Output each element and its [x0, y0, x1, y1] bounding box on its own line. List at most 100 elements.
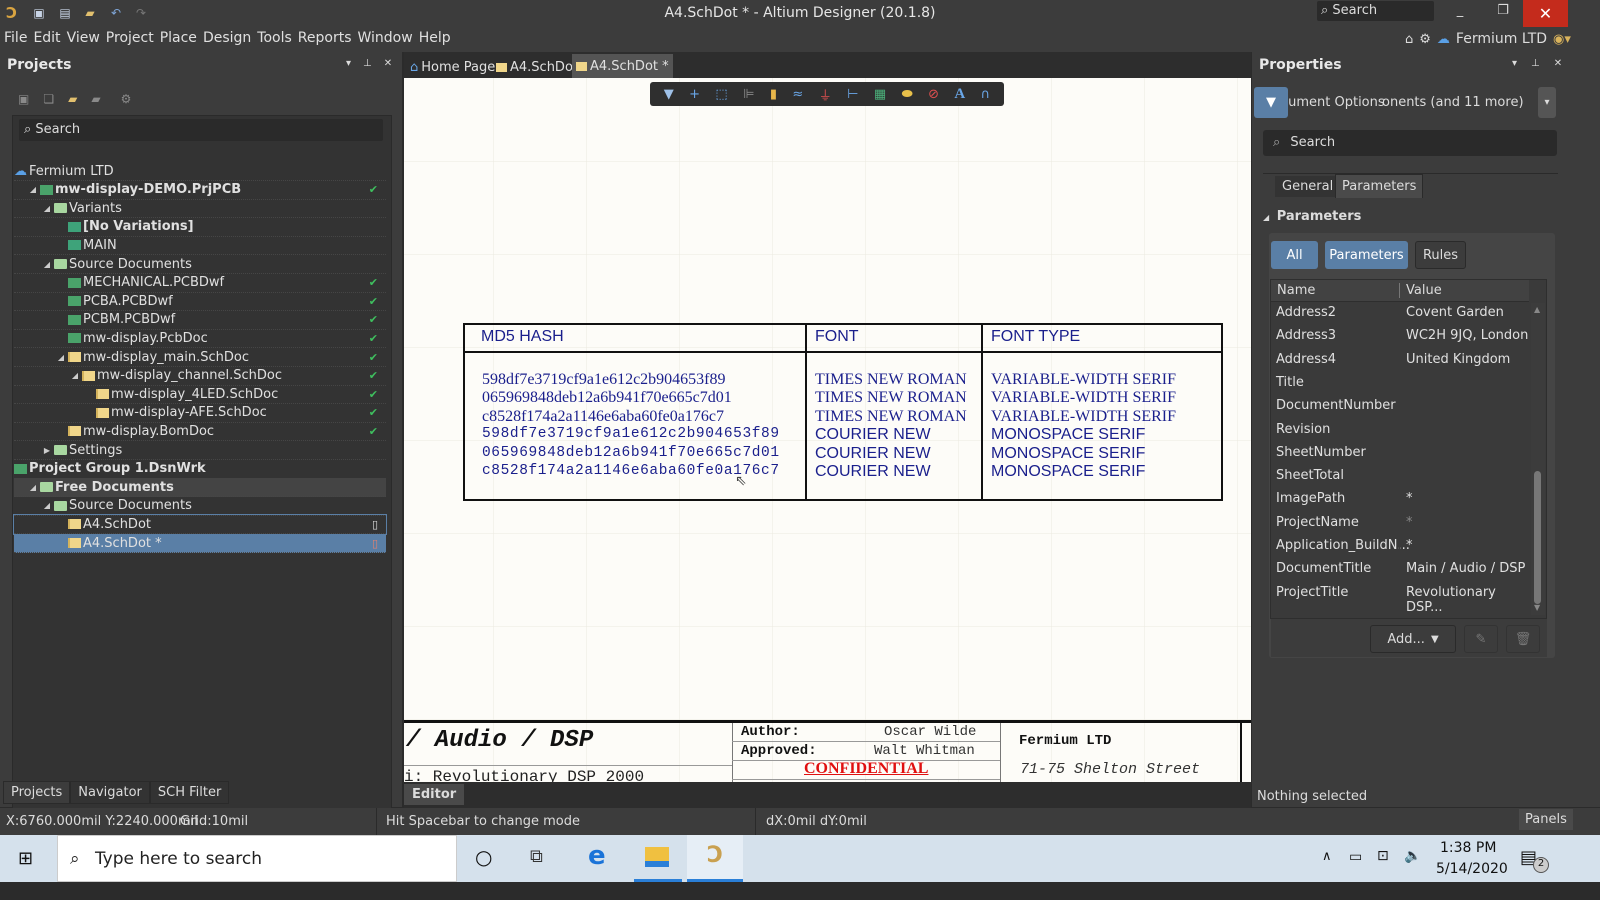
parameter-row[interactable]: Address4 United Kingdom	[1271, 348, 1529, 372]
altium-taskbar-icon[interactable]: Ↄ	[687, 835, 743, 882]
tab-a4-schdot[interactable]: A4.SchDot	[492, 56, 582, 78]
tab-sch-filter[interactable]: SCH Filter	[149, 781, 230, 804]
parameters-section-header[interactable]: ◢ Parameters	[1263, 209, 1361, 224]
menu-view[interactable]: View	[67, 30, 100, 46]
pin-icon[interactable]: ⊥	[1531, 58, 1540, 69]
parameter-row[interactable]: Application_BuildN... *	[1271, 535, 1529, 558]
menu-file[interactable]: File	[4, 30, 27, 46]
harness-icon[interactable]: ⊢	[847, 87, 858, 102]
column-value[interactable]: Value	[1406, 283, 1442, 298]
user-avatar-icon[interactable]: ◉▾	[1553, 32, 1571, 47]
panels-button[interactable]: Panels	[1519, 809, 1573, 830]
expanded-icon[interactable]: ◢	[70, 371, 80, 380]
tree-item[interactable]: ◢ mw-display_channel.SchDoc ✔	[14, 367, 386, 386]
sheet-symbol-icon[interactable]: ▦	[874, 87, 886, 102]
tree-item[interactable]: ◢ Source Documents	[14, 255, 386, 274]
account-name[interactable]: Fermium LTD	[1456, 31, 1547, 47]
tree-item[interactable]: [No Variations]	[14, 218, 386, 237]
menu-edit[interactable]: Edit	[33, 30, 60, 46]
tree-item[interactable]: ▶ Settings	[14, 441, 386, 460]
tab-editor[interactable]: Editor	[404, 784, 465, 805]
windows-start-icon[interactable]: ⊞	[18, 848, 33, 869]
close-button[interactable]: ✕	[1523, 0, 1568, 27]
tab-a4-schdot-modified[interactable]: A4.SchDot *	[572, 54, 673, 78]
collapsed-icon[interactable]: ▶	[42, 446, 52, 455]
filter-all-button[interactable]: All	[1271, 241, 1318, 269]
close-panel-icon[interactable]: ✕	[384, 58, 392, 69]
copy-icon[interactable]: ❏	[43, 92, 54, 106]
wire-icon[interactable]: ≈	[792, 87, 803, 102]
filter-icon[interactable]: ▼	[664, 87, 674, 102]
parameter-row[interactable]: ProjectTitle Revolutionary DSP...	[1271, 581, 1529, 615]
save-icon[interactable]: ▣	[18, 92, 29, 106]
expanded-icon[interactable]: ◢	[28, 483, 38, 492]
add-parameter-button[interactable]: Add... ▼	[1370, 625, 1456, 653]
schematic-canvas[interactable]: MD5 HASH FONT FONT TYPE 598df7e3719cf9a1…	[404, 78, 1251, 782]
folder-settings-icon[interactable]: ▰	[91, 92, 100, 106]
power-port-icon[interactable]: ⏚	[819, 85, 832, 104]
tab-navigator[interactable]: Navigator	[70, 781, 150, 804]
selection-filter-text[interactable]: onents (and 11 more)	[1382, 95, 1524, 110]
tree-item[interactable]: mw-display.PcbDoc ✔	[14, 329, 386, 349]
tab-home-page[interactable]: ⌂ Home Page	[406, 56, 499, 78]
gear-icon[interactable]: ⚙	[1419, 32, 1431, 47]
tree-item[interactable]: MECHANICAL.PCBDwf ✔	[14, 274, 386, 293]
open-folder-icon[interactable]: ▰	[68, 92, 77, 106]
parameter-value[interactable]: *	[1406, 515, 1413, 530]
menu-place[interactable]: Place	[160, 30, 197, 46]
expanded-icon[interactable]: ◢	[42, 204, 52, 213]
tree-item[interactable]: ◢ Free Documents	[14, 478, 386, 498]
tab-parameters[interactable]: Parameters	[1335, 174, 1424, 198]
tree-item[interactable]: Project Group 1.DsnWrk	[14, 460, 386, 479]
menu-window[interactable]: Window	[357, 30, 412, 46]
selection-filter-button[interactable]: ▼	[1254, 87, 1288, 118]
clock-date[interactable]: 5/14/2020	[1436, 861, 1508, 877]
directive-icon[interactable]: ⊘	[928, 87, 939, 102]
minimize-button[interactable]: _	[1445, 3, 1475, 18]
menu-design[interactable]: Design	[203, 30, 251, 46]
parameter-row[interactable]: SheetNumber	[1271, 441, 1529, 465]
port-icon[interactable]: ⬬	[902, 87, 913, 102]
projects-search-input[interactable]: ⌕ Search	[19, 119, 383, 141]
scroll-up-icon[interactable]: ▲	[1534, 305, 1540, 314]
edit-parameter-button[interactable]: ✎	[1464, 625, 1498, 653]
panel-menu-icon[interactable]: ▾	[1512, 58, 1517, 69]
taskbar-search-input[interactable]: ⌕ Type here to search	[57, 835, 457, 882]
tree-item[interactable]: MAIN	[14, 236, 386, 256]
parameter-row[interactable]: SheetTotal	[1271, 465, 1529, 489]
parameter-row[interactable]: Revision	[1271, 418, 1529, 442]
show-hidden-icons[interactable]: ∧	[1322, 849, 1332, 864]
filter-rules-button[interactable]: Rules	[1415, 241, 1466, 269]
expanded-icon[interactable]: ◢	[42, 501, 52, 510]
cortana-icon[interactable]: ○	[475, 845, 492, 869]
delete-parameter-button[interactable]: 🗑	[1506, 625, 1540, 653]
tab-general[interactable]: General	[1275, 176, 1341, 197]
network-icon[interactable]: ⊡	[1377, 848, 1389, 864]
parameter-value[interactable]: Main / Audio / DSP	[1406, 561, 1525, 576]
properties-search-input[interactable]: ⌕ Search	[1263, 130, 1557, 156]
parameter-row[interactable]: Address3 WC2H 9JQ, London	[1271, 325, 1529, 349]
filter-parameters-button[interactable]: Parameters	[1325, 241, 1408, 269]
tree-item[interactable]: A4.SchDot * ▯	[14, 534, 386, 553]
expanded-icon[interactable]: ◢	[42, 260, 52, 269]
arc-icon[interactable]: ∩	[981, 87, 991, 102]
tree-item[interactable]: ☁ Fermium LTD	[14, 162, 386, 181]
parameter-value[interactable]: Revolutionary DSP...	[1406, 585, 1529, 615]
tree-item[interactable]: ◢ Variants	[14, 199, 386, 219]
parameter-row[interactable]: Title	[1271, 371, 1529, 395]
restore-button[interactable]: ❐	[1488, 3, 1518, 18]
menu-tools[interactable]: Tools	[257, 30, 292, 46]
gear-icon[interactable]: ⚙	[121, 92, 132, 106]
volume-icon[interactable]: 🔈	[1404, 848, 1421, 864]
parameter-value[interactable]: *	[1406, 538, 1413, 553]
tree-item[interactable]: mw-display.BomDoc ✔	[14, 422, 386, 442]
parameter-value[interactable]: WC2H 9JQ, London	[1406, 328, 1528, 343]
tree-item[interactable]: ◢ mw-display_main.SchDoc ✔	[14, 348, 386, 367]
tree-item[interactable]: mw-display_4LED.SchDoc ✔	[14, 385, 386, 405]
file-explorer-icon[interactable]	[645, 847, 669, 867]
params-scrollbar[interactable]: ▲ ▼	[1531, 303, 1545, 615]
close-panel-icon[interactable]: ✕	[1554, 58, 1562, 69]
global-search[interactable]: ⌕ Search	[1317, 1, 1434, 21]
scroll-down-icon[interactable]: ▼	[1534, 603, 1540, 612]
parameter-value[interactable]: United Kingdom	[1406, 352, 1510, 367]
